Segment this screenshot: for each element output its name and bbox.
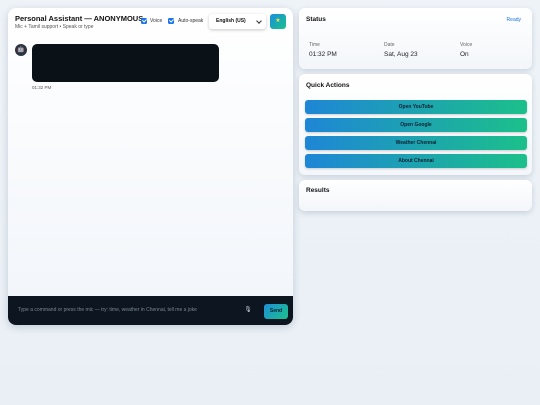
about-chennai-button[interactable]: About Chennai [305, 154, 527, 168]
results-title: Results [306, 187, 330, 194]
assistant-message-bubble [32, 44, 219, 82]
quick-actions-card: Quick Actions Open YouTube Open Google W… [299, 74, 532, 175]
command-input[interactable] [18, 305, 230, 315]
mic-icon: 🎙 [244, 307, 252, 313]
quick-actions-title: Quick Actions [306, 82, 350, 89]
chat-header: Personal Assistant — ANONYMOUS Mic + Tam… [8, 8, 293, 38]
status-voice-value: On [460, 51, 469, 58]
voice-checkbox[interactable] [141, 18, 147, 24]
language-select[interactable]: English (US) [209, 14, 266, 29]
status-time-value: 01:32 PM [309, 51, 337, 58]
status-time-label: Time [309, 42, 320, 48]
status-state: Ready [506, 17, 521, 23]
command-input-bar: 🎙 Send [8, 296, 293, 325]
star-button[interactable]: ★ [270, 14, 286, 29]
voice-checkbox-label[interactable]: Voice [150, 18, 162, 24]
star-icon: ★ [275, 18, 281, 24]
open-youtube-button[interactable]: Open YouTube [305, 100, 527, 114]
results-card: Results [299, 180, 532, 211]
status-card: Status Ready Time 01:32 PM Date Sat, Aug… [299, 8, 532, 69]
robot-icon: 🤖 [17, 47, 25, 53]
status-date-label: Date [384, 42, 395, 48]
autospeak-checkbox-label[interactable]: Auto-speak [178, 18, 203, 24]
autospeak-checkbox[interactable] [168, 18, 174, 24]
mic-button[interactable]: 🎙 [244, 305, 252, 315]
chat-panel: Personal Assistant — ANONYMOUS Mic + Tam… [8, 8, 293, 325]
weather-chennai-button[interactable]: Weather Chennai [305, 136, 527, 150]
status-voice-label: Voice [460, 42, 473, 48]
message-timestamp: 01:32 PM [32, 85, 52, 90]
chevron-down-icon [256, 18, 262, 24]
chat-title: Personal Assistant — ANONYMOUS [15, 14, 144, 23]
status-title: Status [306, 16, 326, 23]
open-google-button[interactable]: Open Google [305, 118, 527, 132]
language-select-value: English (US) [216, 18, 246, 24]
status-date-value: Sat, Aug 23 [384, 51, 418, 58]
chat-subtitle: Mic + Tamil support • Speak or type [15, 24, 94, 30]
assistant-avatar: 🤖 [15, 44, 27, 56]
send-button[interactable]: Send [264, 304, 288, 319]
